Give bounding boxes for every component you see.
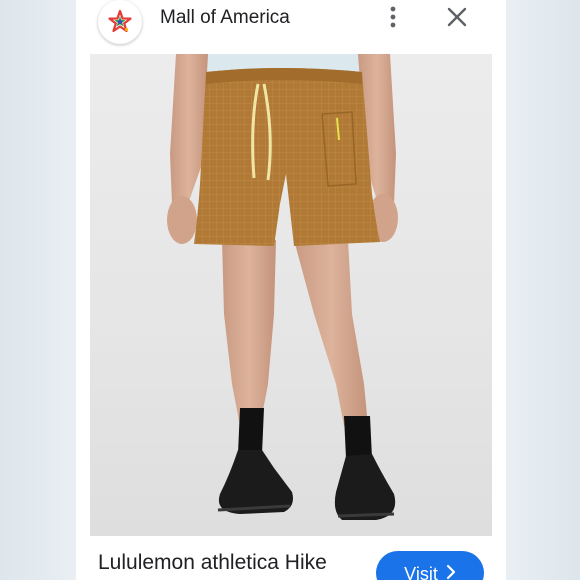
backdrop-left [0,0,76,580]
close-icon[interactable] [446,6,468,28]
shopping-card: Mall of America Lululemon athletica Hike… [76,0,506,580]
visit-button[interactable]: Visit [376,551,484,580]
product-title[interactable]: Lululemon athletica Hike [98,550,327,576]
product-image[interactable] [90,54,492,536]
visit-label: Visit [404,564,438,580]
card-header: Mall of America [76,0,506,52]
more-vert-icon[interactable] [384,4,402,30]
chevron-right-icon [446,564,456,580]
site-title[interactable]: Mall of America [160,6,290,30]
backdrop-right [506,0,580,580]
star-logo-icon [98,0,142,44]
